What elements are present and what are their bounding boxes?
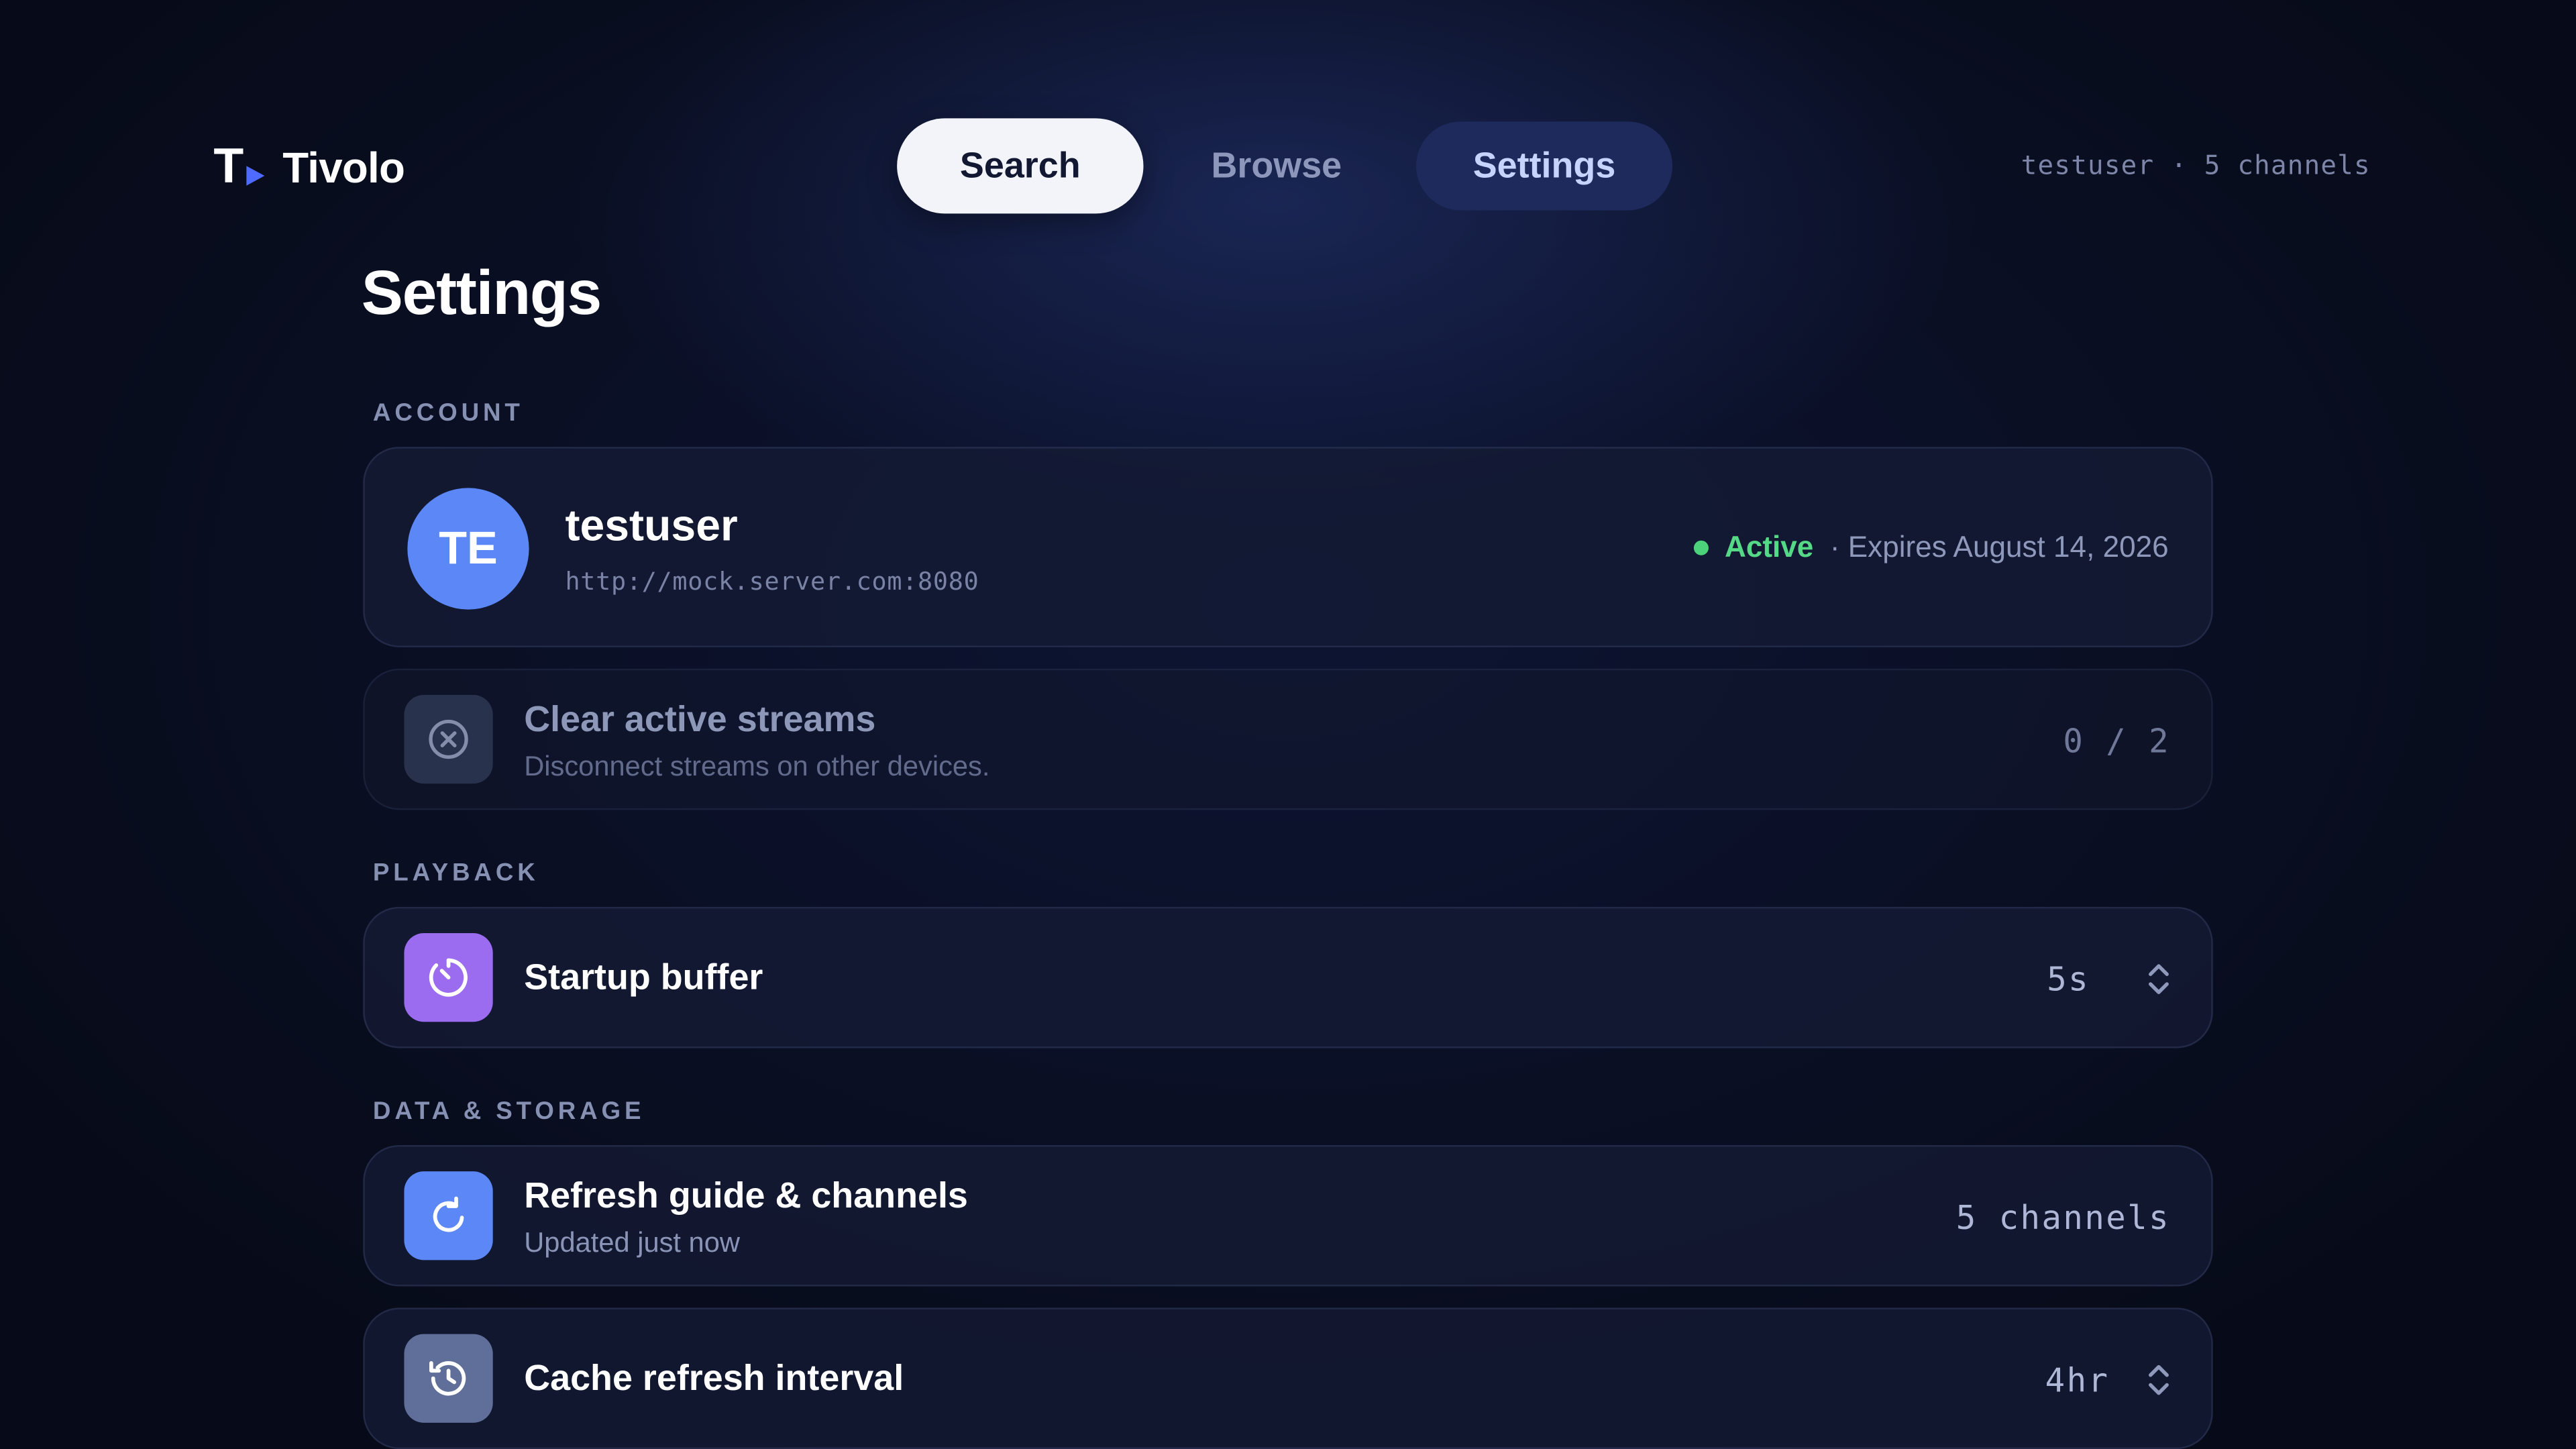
nav-browse-button[interactable]: Browse xyxy=(1176,118,1377,213)
nav-search-button[interactable]: Search xyxy=(897,118,1144,214)
refresh-icon xyxy=(404,1171,493,1260)
account-status: Active · Expires August 14, 2026 xyxy=(1693,531,2169,565)
history-icon xyxy=(404,1334,493,1423)
header-user-meta: testuser · 5 channels xyxy=(2021,149,2371,181)
chevron-up-down-icon[interactable] xyxy=(2142,958,2175,1001)
status-dot-icon xyxy=(1693,540,1709,555)
clear-streams-title: Clear active streams xyxy=(524,698,876,740)
refresh-guide-title: Refresh guide & channels xyxy=(524,1175,968,1216)
chevron-up-down-icon[interactable] xyxy=(2142,1358,2175,1401)
cache-interval-value[interactable]: 4hr xyxy=(2045,1360,2110,1400)
avatar: TE xyxy=(407,488,529,610)
status-badge: Active xyxy=(1725,531,1814,564)
channel-count: 5 channels xyxy=(1955,1197,2171,1238)
clear-streams-row[interactable]: Clear active streams Disconnect streams … xyxy=(363,668,2213,810)
clear-streams-subtitle: Disconnect streams on other devices. xyxy=(524,751,990,782)
account-card: TE testuser http://mock.server.com:8080 … xyxy=(363,447,2213,647)
active-streams-count: 0 / 2 xyxy=(2063,721,2171,761)
startup-buffer-title: Startup buffer xyxy=(524,956,763,998)
startup-buffer-value[interactable]: 5s xyxy=(2047,959,2090,999)
cache-interval-title: Cache refresh interval xyxy=(524,1356,904,1399)
refresh-guide-row[interactable]: Refresh guide & channels Updated just no… xyxy=(363,1144,2213,1287)
account-username: testuser xyxy=(565,500,738,551)
timer-icon xyxy=(404,933,493,1022)
account-expiry: · Expires August 14, 2026 xyxy=(1829,531,2169,564)
nav-settings-button[interactable]: Settings xyxy=(1416,121,1673,211)
section-label-playback: PLAYBACK xyxy=(372,859,539,888)
cache-interval-row[interactable]: Cache refresh interval 4hr xyxy=(363,1307,2213,1449)
startup-buffer-row[interactable]: Startup buffer 5s xyxy=(363,906,2213,1049)
section-label-data-storage: DATA & STORAGE xyxy=(372,1097,645,1126)
page-title: Settings xyxy=(361,259,602,329)
account-server-url: http://mock.server.com:8080 xyxy=(565,566,979,596)
app-root: T Tivolo Search Browse Settings testuser… xyxy=(0,0,2576,1449)
refresh-guide-subtitle: Updated just now xyxy=(524,1227,740,1258)
close-circle-icon xyxy=(404,694,493,784)
section-label-account: ACCOUNT xyxy=(372,399,524,427)
